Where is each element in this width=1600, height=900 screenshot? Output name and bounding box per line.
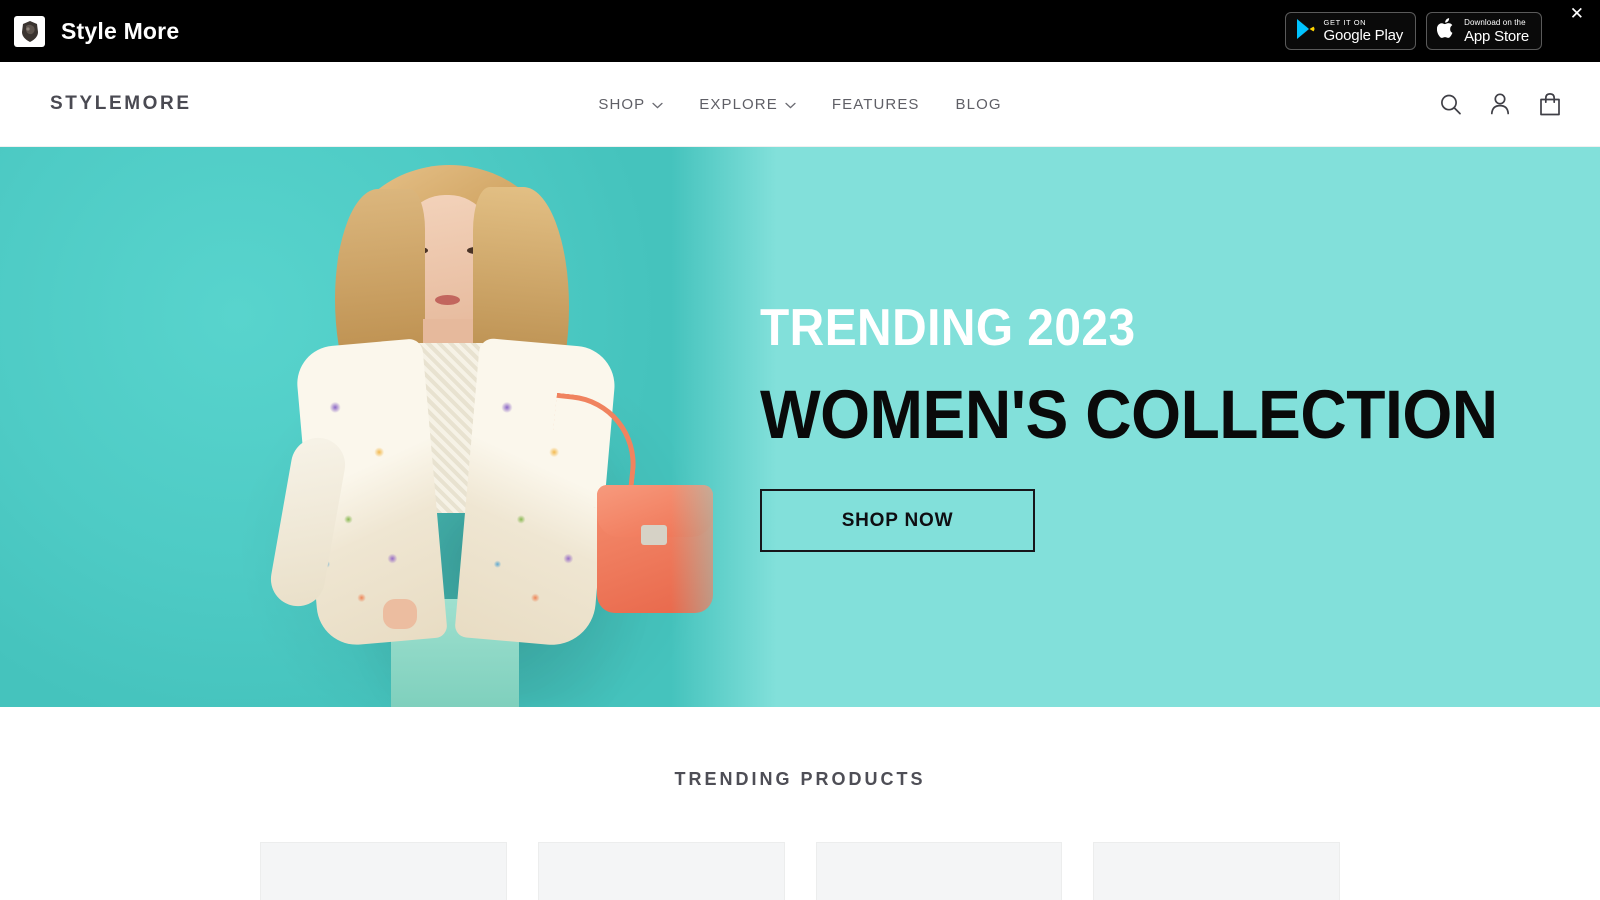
cart-icon[interactable] (1538, 92, 1562, 117)
model-hand-left (383, 599, 417, 629)
nav-item-explore[interactable]: EXPLORE (699, 96, 796, 113)
google-play-badge-text: GET IT ON Google Play (1324, 19, 1404, 44)
main-navigation: SHOP EXPLORE FEATURES BLOG (598, 96, 1001, 113)
nav-item-shop[interactable]: SHOP (598, 96, 663, 113)
chevron-down-icon (652, 96, 663, 113)
app-store-badge-big: App Store (1464, 27, 1529, 45)
google-play-badge-small: GET IT ON (1323, 17, 1367, 27)
app-download-banner: Style More GET IT ON Google Play Downloa… (0, 0, 1600, 62)
banner-brand: Style More (14, 15, 180, 47)
google-play-badge-big: Google Play (1323, 27, 1404, 45)
product-card[interactable] (1093, 842, 1340, 900)
site-logo[interactable]: STYLEMORE (50, 93, 192, 115)
site-header: STYLEMORE SHOP EXPLORE FEATURES BLOG (0, 62, 1600, 147)
app-store-badge[interactable]: Download on the App Store (1426, 12, 1542, 50)
store-badges: GET IT ON Google Play Download on the Ap… (1284, 12, 1542, 50)
product-grid (260, 842, 1340, 900)
product-card[interactable] (815, 842, 1063, 900)
section-title: TRENDING PRODUCTS (674, 769, 926, 789)
search-icon[interactable] (1439, 93, 1462, 116)
product-card[interactable] (537, 842, 785, 900)
hero-model-photo (0, 147, 791, 707)
handbag-lock (641, 525, 667, 545)
google-play-badge[interactable]: GET IT ON Google Play (1284, 12, 1417, 50)
chevron-down-icon (785, 96, 796, 113)
hero-kicker: TRENDING 2023 (760, 299, 1136, 357)
app-logo-icon (14, 15, 45, 47)
trending-products-section: TRENDING PRODUCTS (0, 707, 1600, 900)
hero-content: TRENDING 2023 WOMEN'S COLLECTION SHOP NO… (760, 147, 1553, 707)
app-store-badge-text: Download on the App Store (1464, 17, 1529, 45)
close-icon[interactable]: ✕ (1570, 6, 1584, 23)
hero-banner: TRENDING 2023 WOMEN'S COLLECTION SHOP NO… (0, 147, 1600, 707)
nav-item-shop-label: SHOP (598, 95, 646, 113)
model-figure (215, 147, 755, 707)
header-icon-group (1439, 92, 1562, 117)
app-store-badge-small: Download on the (1464, 17, 1526, 27)
product-card[interactable] (260, 842, 507, 900)
model-lips (435, 295, 460, 305)
account-icon[interactable] (1489, 92, 1511, 116)
nav-item-features-label: FEATURES (831, 95, 920, 113)
apple-icon (1436, 17, 1456, 45)
nav-item-explore-label: EXPLORE (699, 95, 778, 113)
nav-item-blog[interactable]: BLOG (956, 96, 1002, 113)
nav-item-blog-label: BLOG (955, 95, 1002, 113)
google-play-icon (1296, 18, 1316, 45)
banner-brand-name: Style More (61, 17, 180, 44)
nav-item-features[interactable]: FEATURES (832, 96, 920, 113)
hero-title: WOMEN'S COLLECTION (760, 376, 1498, 453)
shop-now-button[interactable]: SHOP NOW (760, 489, 1035, 552)
